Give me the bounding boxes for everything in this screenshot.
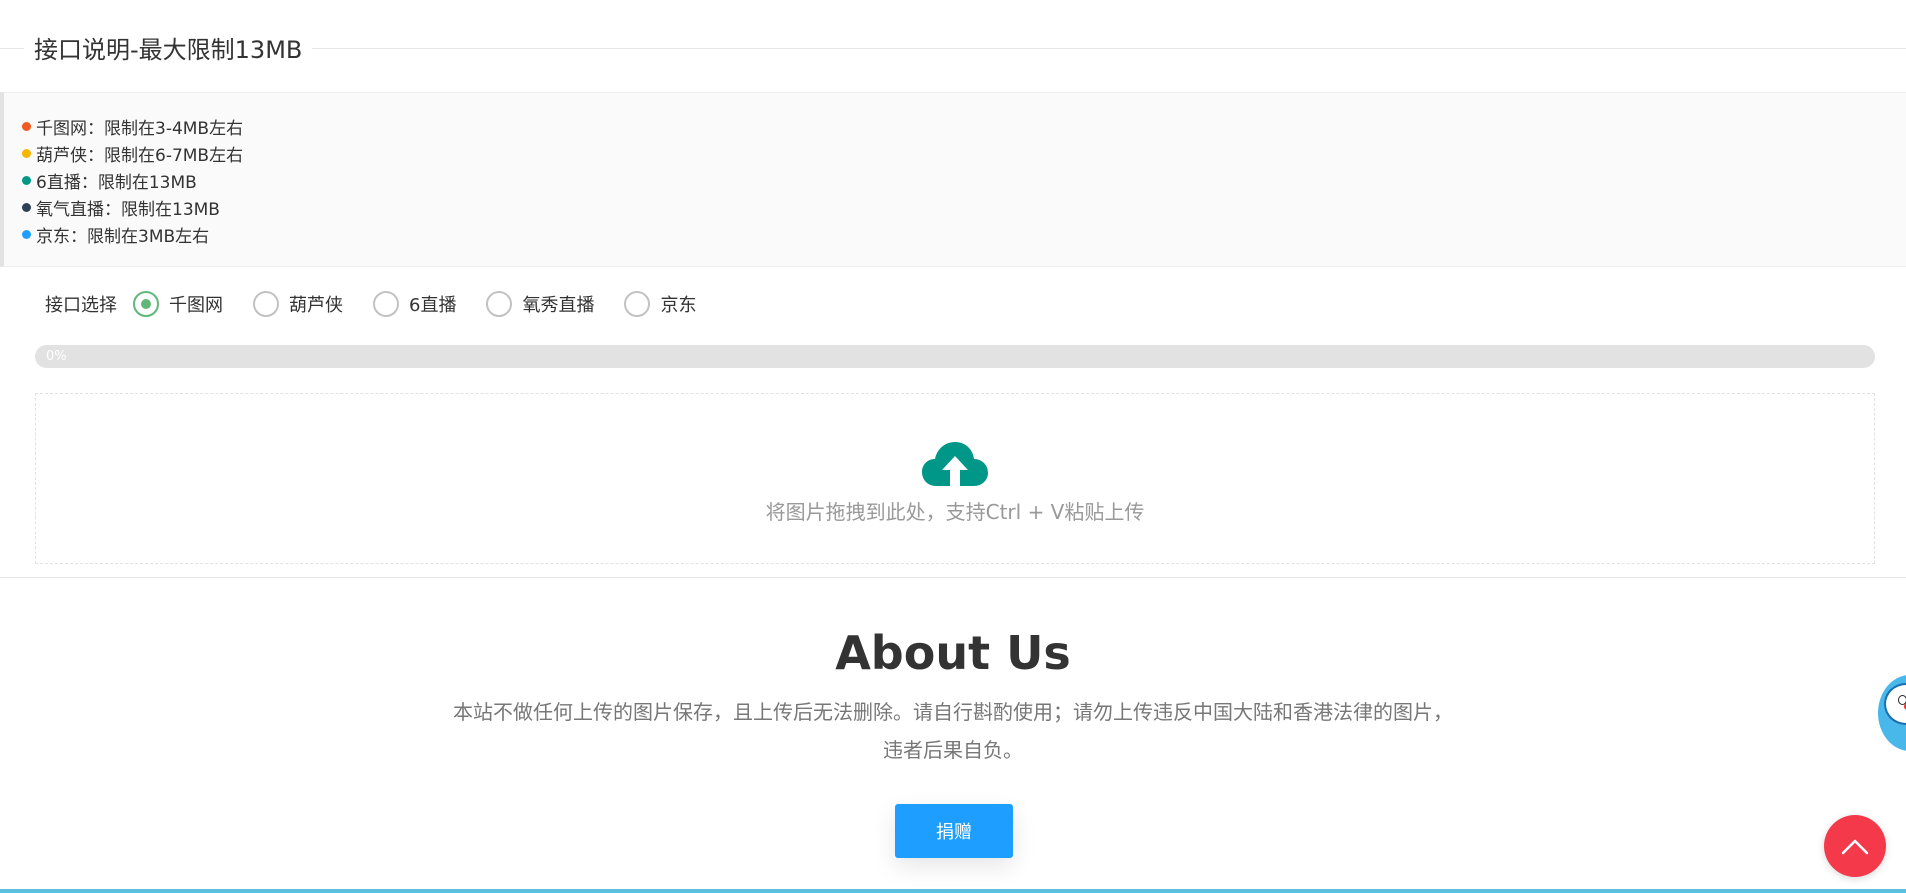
chevron-up-icon: [1841, 839, 1869, 855]
limit-text: 京东：限制在3MB左右: [36, 227, 210, 247]
mascot-face: [1884, 683, 1906, 725]
bullet-dot-icon: [22, 176, 31, 185]
api-select: 接口选择 千图网 葫芦侠 6直播 氧秀直播 京东: [45, 286, 726, 322]
bullet-dot-icon: [22, 149, 31, 158]
radio-label[interactable]: 京东: [660, 291, 696, 317]
radio-label[interactable]: 葫芦侠: [289, 291, 343, 317]
limits-panel: 千图网：限制在3-4MB左右 葫芦侠：限制在6-7MB左右 6直播：限制在13M…: [0, 92, 1906, 267]
doraemon-mascot-icon[interactable]: [1878, 675, 1906, 751]
api-select-label: 接口选择: [45, 295, 117, 316]
radio-qiantuwang[interactable]: 千图网: [133, 291, 223, 317]
limit-text: 葫芦侠：限制在6-7MB左右: [36, 146, 244, 166]
section-title: 接口说明-最大限制13MB: [24, 34, 313, 66]
upload-progress-bar: 0%: [35, 345, 1875, 368]
radio-circle-icon[interactable]: [624, 291, 651, 317]
limit-text: 氧气直播：限制在13MB: [36, 200, 220, 220]
page: 接口说明-最大限制13MB 千图网：限制在3-4MB左右 葫芦侠：限制在6-7M…: [0, 0, 1906, 893]
bullet-dot-icon: [22, 203, 31, 212]
cloud-upload-icon: [922, 442, 988, 486]
about-title: About Us: [835, 626, 1071, 680]
limit-text: 6直播：限制在13MB: [36, 173, 197, 193]
radio-label[interactable]: 6直播: [409, 291, 456, 317]
back-to-top-button[interactable]: [1824, 815, 1886, 877]
limit-item: 6直播：限制在13MB: [22, 167, 1906, 194]
progress-text: 0%: [46, 349, 67, 364]
upload-hint: 将图片拖拽到此处，支持Ctrl + V粘贴上传: [765, 500, 1145, 524]
radio-circle-icon[interactable]: [133, 291, 159, 317]
limit-item: 京东：限制在3MB左右: [22, 221, 1906, 248]
radio-label[interactable]: 千图网: [169, 291, 223, 317]
radio-6zhibo[interactable]: 6直播: [373, 291, 456, 317]
radio-circle-icon[interactable]: [253, 291, 279, 317]
radio-label[interactable]: 氧秀直播: [522, 291, 594, 317]
limit-item: 葫芦侠：限制在6-7MB左右: [22, 140, 1906, 167]
limit-text: 千图网：限制在3-4MB左右: [36, 119, 244, 139]
radio-circle-icon[interactable]: [373, 291, 399, 317]
radio-yangxiu[interactable]: 氧秀直播: [486, 291, 594, 317]
limit-item: 千图网：限制在3-4MB左右: [22, 113, 1906, 140]
donate-button[interactable]: 捐赠: [895, 804, 1013, 858]
upload-drop-zone[interactable]: 将图片拖拽到此处，支持Ctrl + V粘贴上传: [35, 393, 1875, 564]
radio-huluxia[interactable]: 葫芦侠: [253, 291, 343, 317]
footer-accent-bar: [0, 889, 1906, 893]
bullet-dot-icon: [22, 122, 31, 131]
radio-jd[interactable]: 京东: [624, 291, 696, 317]
about-description: 本站不做任何上传的图片保存，且上传后无法删除。请自行斟酌使用；请勿上传违反中国大…: [453, 700, 1453, 762]
limit-item: 氧气直播：限制在13MB: [22, 194, 1906, 221]
radio-circle-icon[interactable]: [486, 291, 513, 317]
section-divider: [0, 577, 1906, 578]
bullet-dot-icon: [22, 230, 31, 239]
